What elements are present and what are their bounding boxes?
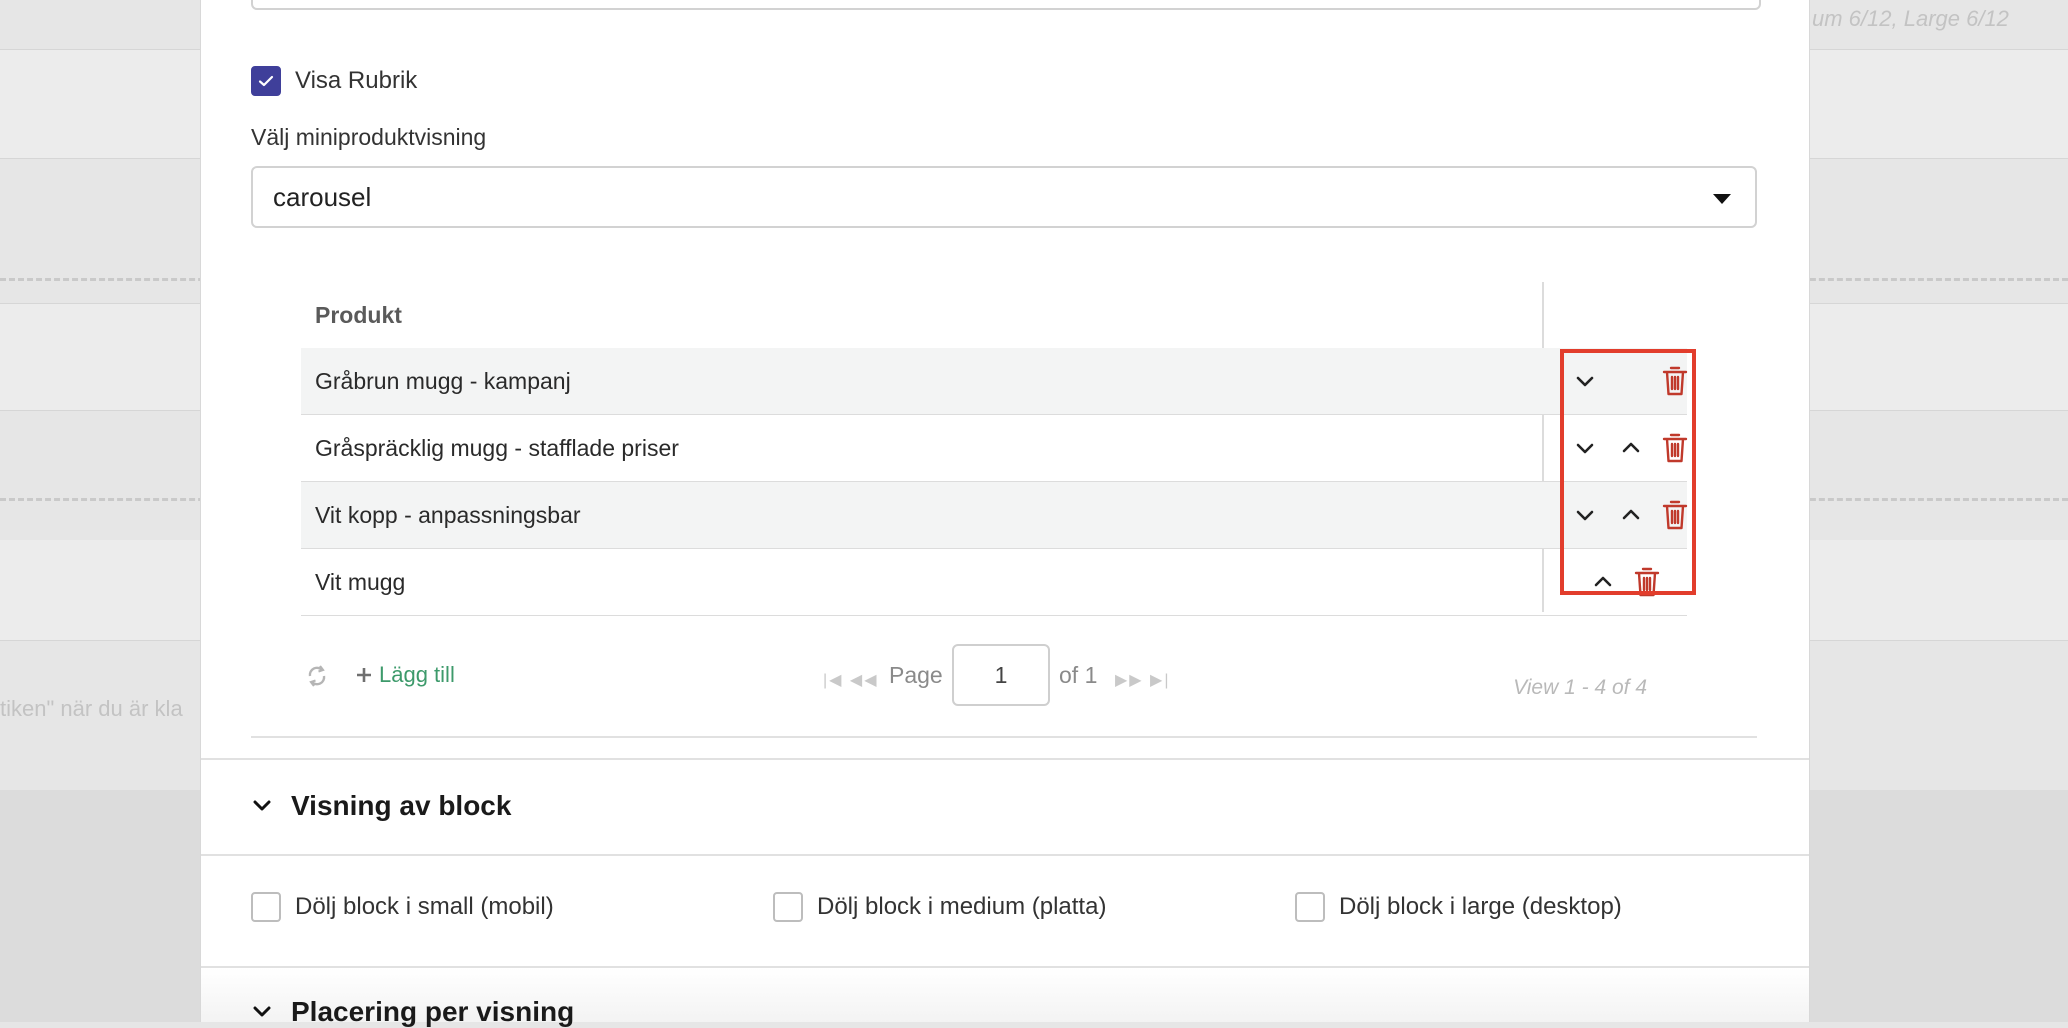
refresh-icon <box>308 665 326 687</box>
product-name: Gråbrun mugg - kampanj <box>315 367 571 394</box>
chevron-down-icon <box>253 1006 271 1017</box>
show-heading-label: Visa Rubrik <box>295 67 418 94</box>
move-up-button[interactable] <box>1587 566 1619 598</box>
chevron-up-icon <box>1622 442 1640 453</box>
page-total-label: of 1 <box>1059 662 1098 688</box>
top-input-field[interactable] <box>251 0 1761 10</box>
table-row[interactable]: Gråspräcklig mugg - stafflade priser <box>301 415 1688 482</box>
delete-row-button[interactable] <box>1631 566 1663 598</box>
product-grid: Produkt Gråbrun mugg - kampanj Gråspräck… <box>301 282 1688 616</box>
hide-medium-label: Dölj block i medium (platta) <box>817 893 1107 920</box>
chevron-down-icon <box>1576 376 1594 387</box>
product-name: Gråspräcklig mugg - stafflade priser <box>315 434 679 461</box>
show-heading-option[interactable]: Visa Rubrik <box>251 66 417 96</box>
hide-medium-option[interactable]: Dölj block i medium (platta) <box>773 892 1106 922</box>
delete-row-button[interactable] <box>1659 365 1691 397</box>
first-prev-page-icons[interactable]: |◀ ◀◀ <box>823 670 879 690</box>
plus-icon <box>357 668 371 682</box>
trash-icon <box>1662 500 1688 530</box>
page-label: Page <box>889 662 943 688</box>
block-settings-modal: Visa Rubrik Välj miniproduktvisning caro… <box>200 0 1810 1027</box>
visning-section-title: Visning av block <box>291 790 512 821</box>
visning-section-header[interactable]: Visning av block <box>251 790 511 822</box>
section-divider <box>201 758 1809 760</box>
move-down-button[interactable] <box>1569 365 1601 397</box>
mini-view-value: carousel <box>273 181 372 212</box>
move-down-button[interactable] <box>1569 499 1601 531</box>
trash-icon <box>1662 366 1688 396</box>
move-up-button[interactable] <box>1615 432 1647 464</box>
hide-large-checkbox[interactable] <box>1295 892 1325 922</box>
add-product-label: Lägg till <box>379 662 455 687</box>
chevron-down-icon <box>253 800 271 811</box>
chevron-up-icon <box>1594 576 1612 587</box>
move-down-button[interactable] <box>1569 432 1601 464</box>
refresh-button[interactable] <box>306 664 328 693</box>
placering-section-title: Placering per visning <box>291 996 575 1027</box>
table-row[interactable]: Vit kopp - anpassningsbar <box>301 482 1688 549</box>
form-divider <box>251 736 1757 738</box>
chevron-up-icon <box>1622 509 1640 520</box>
hide-small-checkbox[interactable] <box>251 892 281 922</box>
add-product-button[interactable]: Lägg till <box>355 662 455 688</box>
hide-large-label: Dölj block i large (desktop) <box>1339 893 1622 920</box>
product-name: Vit kopp - anpassningsbar <box>315 501 581 528</box>
table-row[interactable]: Vit mugg <box>301 549 1687 616</box>
section-divider <box>201 854 1809 856</box>
hide-small-option[interactable]: Dölj block i small (mobil) <box>251 892 554 922</box>
table-row[interactable]: Gråbrun mugg - kampanj <box>301 348 1688 415</box>
mini-view-select[interactable]: carousel <box>251 166 1757 228</box>
dropdown-caret-icon <box>1713 194 1731 204</box>
show-heading-checkbox[interactable] <box>251 66 281 96</box>
placering-section-header[interactable]: Placering per visning <box>251 996 574 1028</box>
hide-medium-checkbox[interactable] <box>773 892 803 922</box>
grid-header-produkt: Produkt <box>315 301 402 328</box>
background-text-left: tiken" när du är kla <box>0 696 183 721</box>
hide-small-label: Dölj block i small (mobil) <box>295 893 554 920</box>
chevron-down-icon <box>1576 443 1594 454</box>
next-last-page-icons[interactable]: ▶▶ ▶| <box>1115 670 1171 690</box>
delete-row-button[interactable] <box>1659 499 1691 531</box>
page-number-input[interactable]: 1 <box>952 644 1050 706</box>
mini-view-label: Välj miniproduktvisning <box>251 124 487 150</box>
trash-icon <box>1662 433 1688 463</box>
product-name: Vit mugg <box>315 568 406 595</box>
chevron-down-icon <box>1576 510 1594 521</box>
background-text-right: um 6/12, Large 6/12 <box>1812 6 2009 31</box>
trash-icon <box>1634 567 1660 597</box>
grid-pager: Lägg till |◀ ◀◀ Page 1 of 1 ▶▶ ▶| View 1… <box>301 640 1687 712</box>
view-range-label: View 1 - 4 of 4 <box>1513 676 1647 699</box>
delete-row-button[interactable] <box>1659 432 1691 464</box>
move-up-button[interactable] <box>1615 499 1647 531</box>
check-icon <box>258 75 274 87</box>
hide-large-option[interactable]: Dölj block i large (desktop) <box>1295 892 1622 922</box>
